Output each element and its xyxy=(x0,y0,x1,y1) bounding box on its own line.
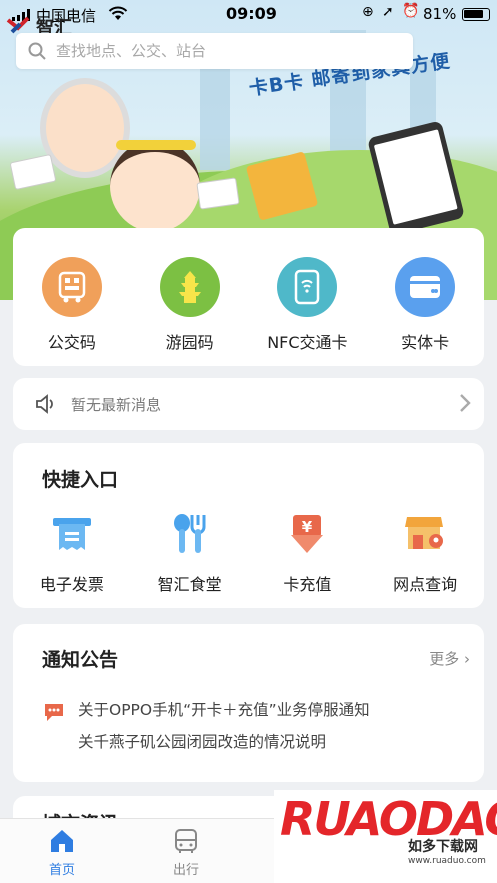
announcement-item[interactable]: 关千燕子矶公园闭园改造的情况说明 xyxy=(78,730,326,752)
tab-label: 出行 xyxy=(172,863,199,878)
card-icon xyxy=(395,257,456,317)
battery-icon xyxy=(462,8,490,21)
chevron-right-icon xyxy=(460,394,471,412)
announcement-item[interactable]: 关于OPPO手机“开卡＋充值”业务停服通知 xyxy=(78,698,370,720)
rotation-lock-icon: ⊕ xyxy=(362,4,374,20)
clock: 09:09 xyxy=(226,4,277,23)
tab-label: 首页 xyxy=(48,863,75,878)
service-physical-card[interactable]: 实体卡 xyxy=(370,257,480,353)
watermark-logo: RUAODAO 如多下载网 www.ruaduo.com xyxy=(274,790,497,883)
headband-shape xyxy=(116,140,196,150)
nfc-phone-icon xyxy=(277,257,338,317)
recharge-icon: ¥ xyxy=(284,513,330,555)
outlet-icon xyxy=(402,513,448,555)
invoice-icon xyxy=(49,513,95,555)
quick-item-recharge[interactable]: ¥ 卡充值 xyxy=(257,513,357,595)
svg-text:¥: ¥ xyxy=(302,518,313,536)
transit-card-illustration xyxy=(196,177,240,210)
notice-text: 暂无最新消息 xyxy=(71,395,162,414)
service-label: 实体卡 xyxy=(401,333,450,352)
watermark-name: 如多下载网 xyxy=(408,839,478,855)
battery-percent: 81% xyxy=(423,5,457,23)
alarm-icon: ⏰ xyxy=(402,3,420,19)
pagoda-icon xyxy=(159,257,220,317)
search-input[interactable] xyxy=(56,42,386,60)
transit-card-illustration xyxy=(9,153,57,191)
service-nfc-card[interactable]: NFC交通卡 xyxy=(252,257,362,353)
search-box[interactable] xyxy=(16,33,413,69)
service-bus-code[interactable]: 公交码 xyxy=(17,257,127,353)
status-bar: 中国电信 09:09 ⊕ ➚ ⏰ 81% xyxy=(0,0,497,28)
quick-item-label: 智汇食堂 xyxy=(157,575,222,594)
tab-home[interactable]: 首页 xyxy=(32,827,92,878)
announcement-card: 通知公告 更多 › 关于OPPO手机“开卡＋充值”业务停服通知 关千燕子矶公园闭… xyxy=(13,624,484,782)
bus-qr-icon xyxy=(41,257,102,317)
service-label: 公交码 xyxy=(47,333,96,352)
service-label: 游园码 xyxy=(165,333,214,352)
service-park-code[interactable]: 游园码 xyxy=(135,257,245,353)
bus-icon xyxy=(175,829,197,853)
quick-item-outlet[interactable]: 网点查询 xyxy=(375,513,475,595)
notice-bar[interactable]: 暂无最新消息 xyxy=(13,378,484,430)
quick-item-label: 卡充值 xyxy=(283,575,332,594)
more-link[interactable]: 更多 › xyxy=(429,648,470,669)
quick-item-label: 电子发票 xyxy=(39,575,104,594)
canteen-icon xyxy=(167,513,213,555)
quick-entry-card: 快捷入口 电子发票 智汇食堂 ¥ 卡充值 网点查询 xyxy=(13,443,484,608)
tab-trip[interactable]: 出行 xyxy=(156,827,216,878)
quick-item-label: 网点查询 xyxy=(393,575,458,594)
watermark-url: www.ruaduo.com xyxy=(408,856,486,866)
chevron-right-icon: › xyxy=(464,650,470,668)
quick-item-invoice[interactable]: 电子发票 xyxy=(22,513,122,595)
quick-item-canteen[interactable]: 智汇食堂 xyxy=(140,513,240,595)
message-icon xyxy=(45,704,63,721)
search-icon xyxy=(28,42,46,60)
announcement-title: 通知公告 xyxy=(42,649,119,671)
girl-illustration xyxy=(110,140,200,232)
home-icon xyxy=(51,830,73,852)
location-icon: ➚ xyxy=(382,4,394,20)
main-services-card: 公交码 游园码 NFC交通卡 实体卡 xyxy=(13,228,484,366)
wifi-icon xyxy=(108,6,128,20)
more-label: 更多 xyxy=(429,650,460,668)
service-label: NFC交通卡 xyxy=(267,333,348,352)
speaker-icon xyxy=(36,394,53,414)
quick-entry-title: 快捷入口 xyxy=(42,469,119,491)
